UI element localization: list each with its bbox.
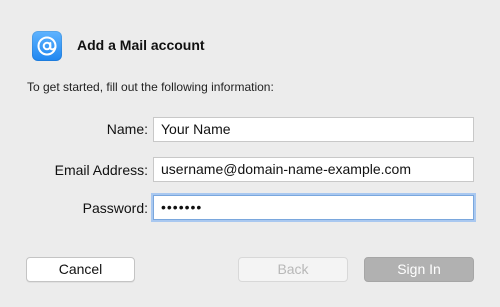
dialog-title: Add a Mail account <box>77 37 205 53</box>
at-sign-glyph <box>37 36 57 56</box>
name-field[interactable]: Your Name <box>153 117 474 142</box>
cancel-button[interactable]: Cancel <box>26 257 135 282</box>
add-mail-account-dialog: Add a Mail account To get started, fill … <box>0 0 500 307</box>
sign-in-button[interactable]: Sign In <box>364 257 474 282</box>
email-field[interactable]: username@domain-name-example.com <box>153 157 474 182</box>
intro-text: To get started, fill out the following i… <box>27 80 274 94</box>
name-label: Name: <box>106 121 148 137</box>
password-label: Password: <box>82 200 148 216</box>
mail-at-icon <box>32 31 62 61</box>
password-field[interactable]: ••••••• <box>153 195 474 220</box>
back-button[interactable]: Back <box>238 257 348 282</box>
email-label: Email Address: <box>54 162 148 178</box>
